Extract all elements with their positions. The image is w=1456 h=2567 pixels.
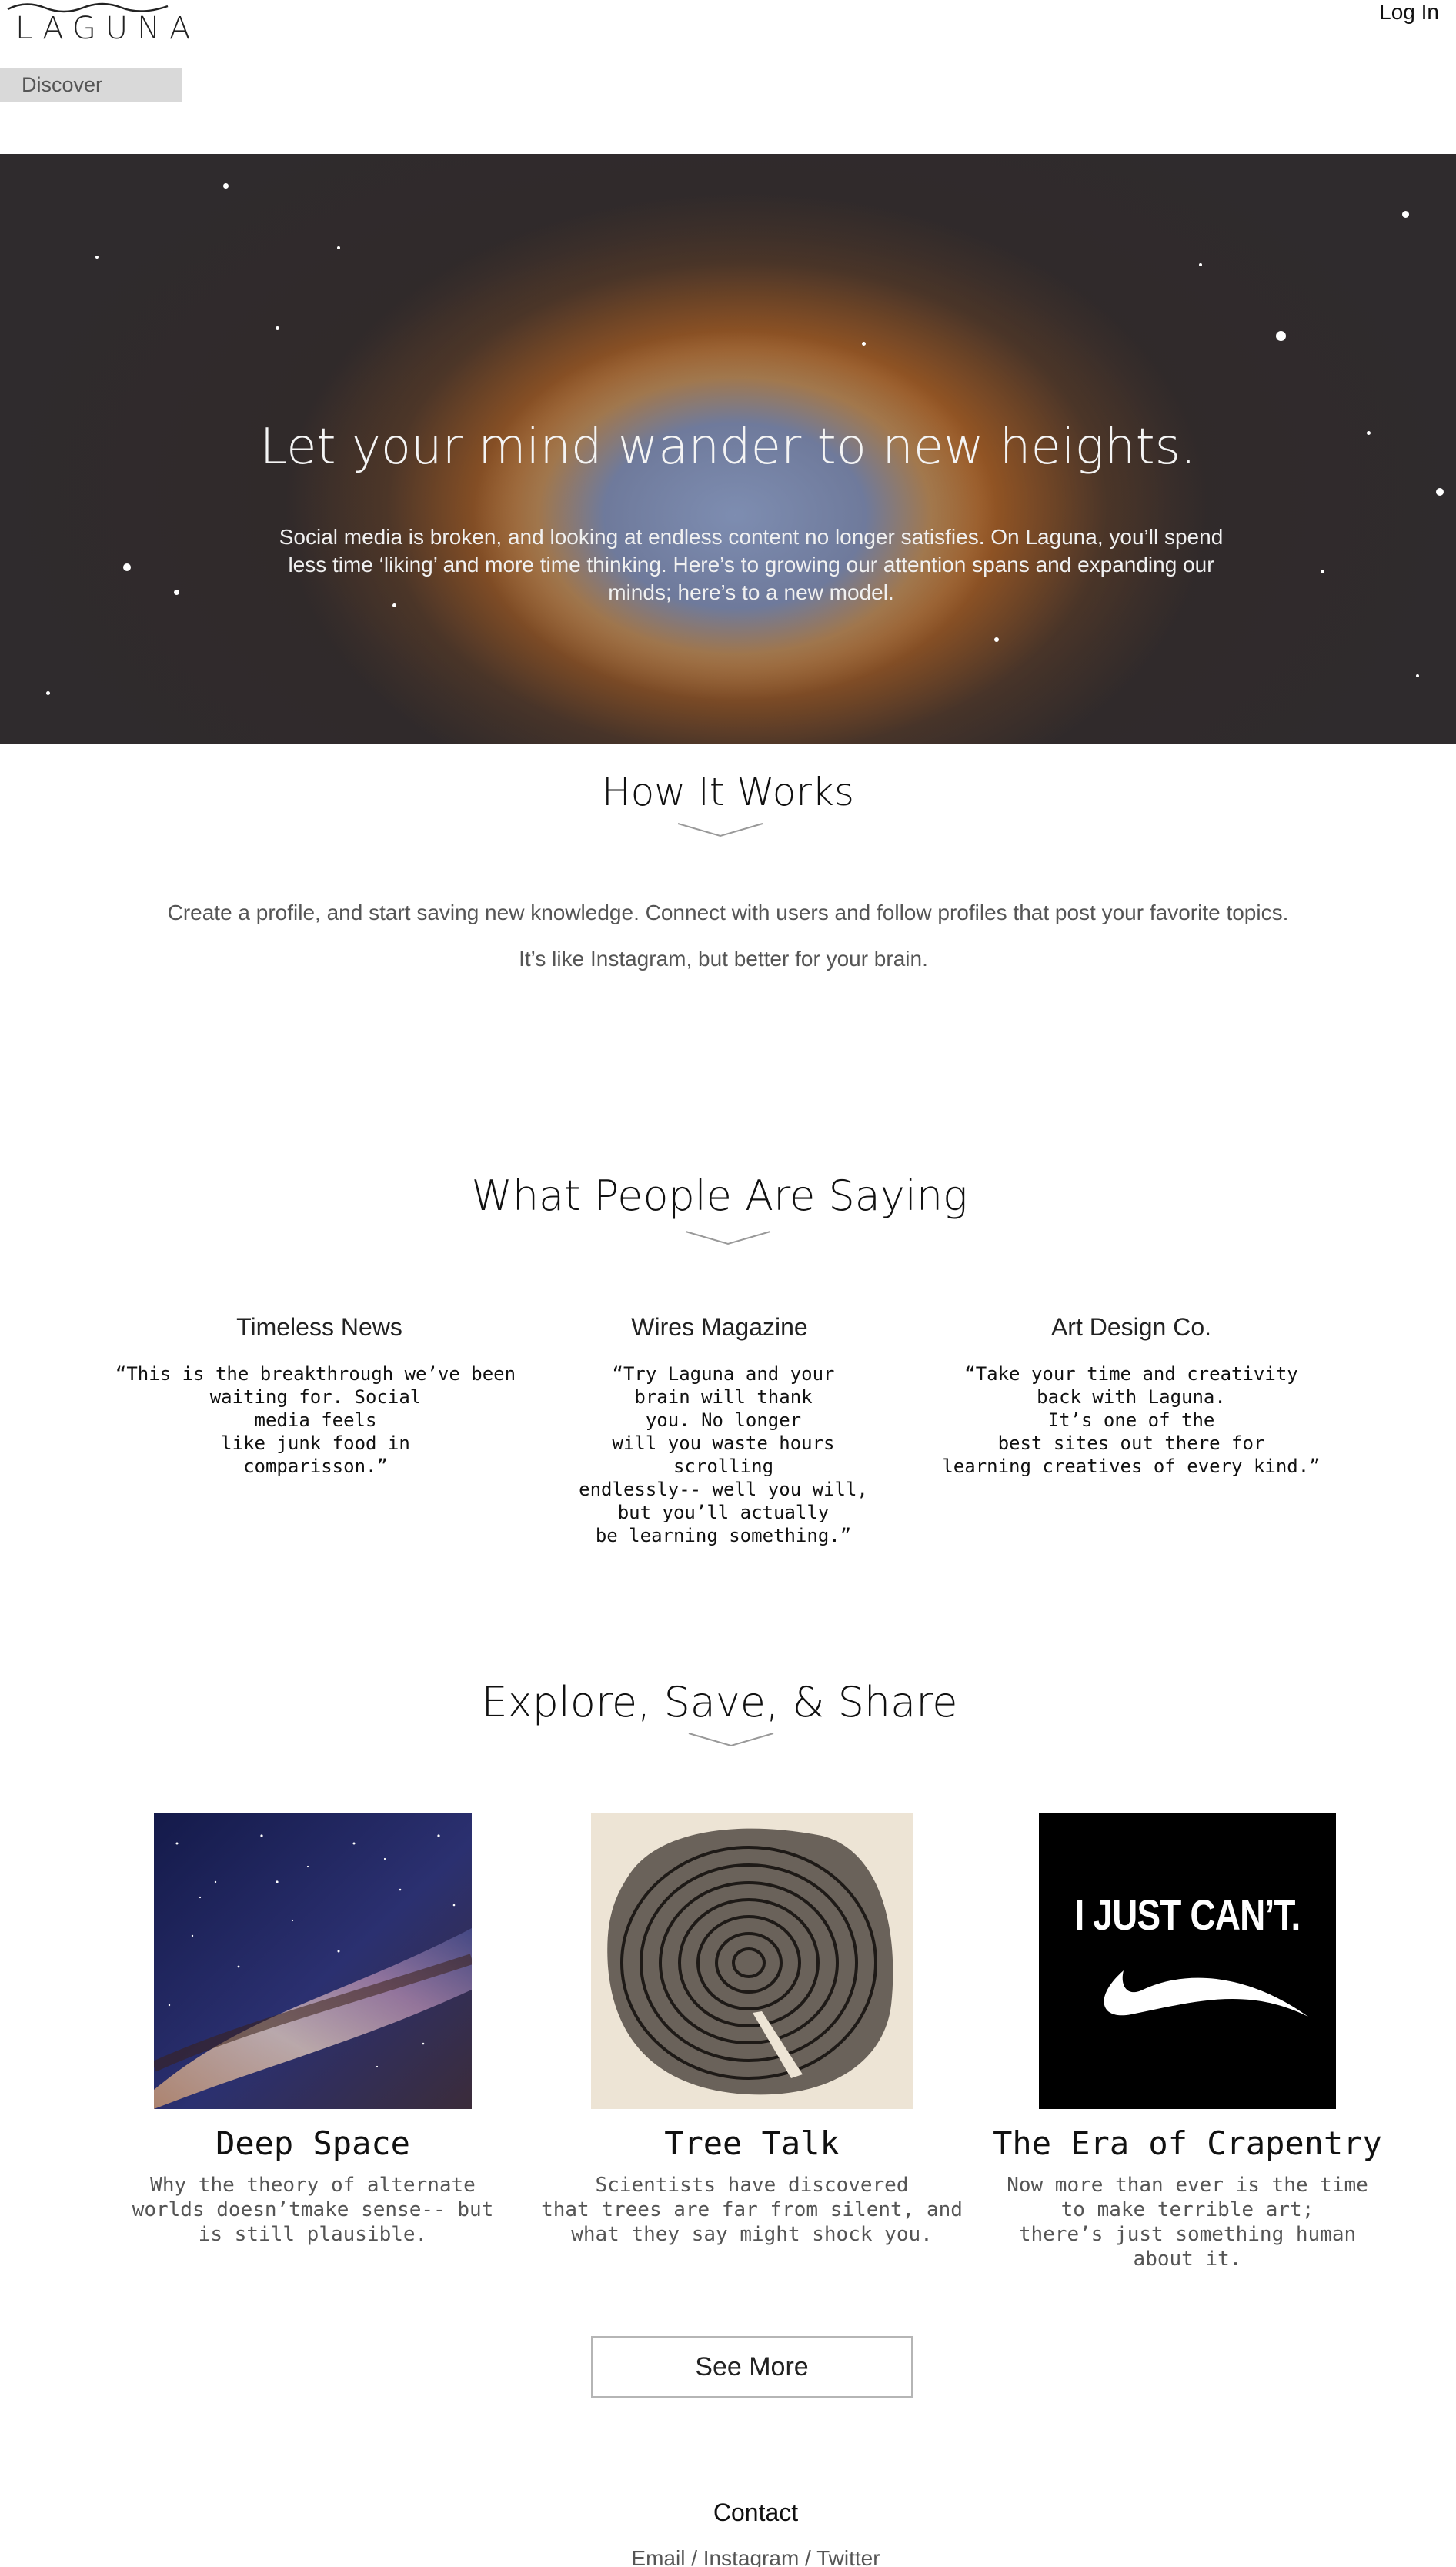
how-it-works-tagline: It’s like Instagram, but better for your… <box>519 947 928 971</box>
explore-title: Explore, Save, & Share <box>481 1678 958 1726</box>
twitter-link[interactable]: Twitter <box>816 2546 880 2567</box>
card-title[interactable]: Deep Space <box>100 2124 526 2162</box>
card-description: Scientists have discovered that trees ar… <box>541 2174 963 2246</box>
hero-banner: Let your mind wander to new heights. Soc… <box>0 154 1456 744</box>
instagram-link[interactable]: Instagram <box>703 2546 800 2567</box>
chevron-down-icon <box>677 823 763 837</box>
star <box>223 183 229 189</box>
testimonial-quote: “This is the breakthrough we’ve been wai… <box>115 1363 516 1477</box>
discover-button[interactable]: Discover <box>0 68 182 102</box>
deep-space-image[interactable] <box>154 1813 472 2109</box>
testimonial-name: Wires Magazine <box>631 1313 808 1341</box>
card-title[interactable]: Tree Talk <box>539 2124 965 2162</box>
link-separator: / <box>685 2546 703 2567</box>
testimonial-name: Art Design Co. <box>1050 1313 1212 1341</box>
star <box>1276 331 1286 341</box>
star <box>994 637 999 642</box>
image-caption: I JUST CAN’T. <box>1074 1890 1301 1939</box>
contact-title: Contact <box>713 2498 799 2526</box>
link-separator: / <box>799 2546 817 2567</box>
how-it-works-text: Create a profile, and start saving new k… <box>167 901 1289 924</box>
star <box>1321 570 1324 573</box>
card-title[interactable]: The Era of Crapentry <box>977 2124 1398 2162</box>
star <box>46 691 50 695</box>
see-more-button[interactable]: See More <box>591 2336 913 2398</box>
star <box>862 342 866 346</box>
star <box>1199 263 1202 266</box>
hero-title: Let your mind wander to new heights. <box>259 419 1197 476</box>
chevron-down-icon <box>688 1733 774 1747</box>
tree-talk-image[interactable] <box>591 1813 913 2109</box>
star <box>337 246 340 249</box>
testimonials-title: What People Are Saying <box>471 1172 968 1220</box>
card-description: Why the theory of alternate worlds doesn… <box>132 2174 494 2246</box>
star <box>1416 674 1419 677</box>
contact-links: Email / Instagram / Twitter <box>0 2546 1456 2567</box>
how-it-works-title: How It Works <box>602 770 854 814</box>
star <box>276 326 279 330</box>
star <box>1402 211 1409 218</box>
chevron-down-icon <box>685 1231 771 1245</box>
logo[interactable]: LAGUNA <box>6 0 190 46</box>
star <box>95 256 99 259</box>
card-description: Now more than ever is the time to make t… <box>1007 2174 1368 2271</box>
logo-text: LAGUNA <box>15 11 200 46</box>
testimonial-quote: “Take your time and creativity back with… <box>942 1363 1321 1477</box>
hero-description: Social media is broken, and looking at e… <box>279 525 1224 604</box>
testimonial-name: Timeless News <box>236 1313 402 1341</box>
star <box>1436 488 1444 496</box>
star <box>174 590 179 595</box>
login-link[interactable]: Log In <box>1379 0 1439 25</box>
email-link[interactable]: Email <box>631 2546 685 2567</box>
nike-image[interactable]: I JUST CAN’T. <box>1039 1813 1336 2109</box>
star <box>123 563 131 571</box>
testimonial-quote: “Try Laguna and your brain will thank yo… <box>579 1363 868 1546</box>
